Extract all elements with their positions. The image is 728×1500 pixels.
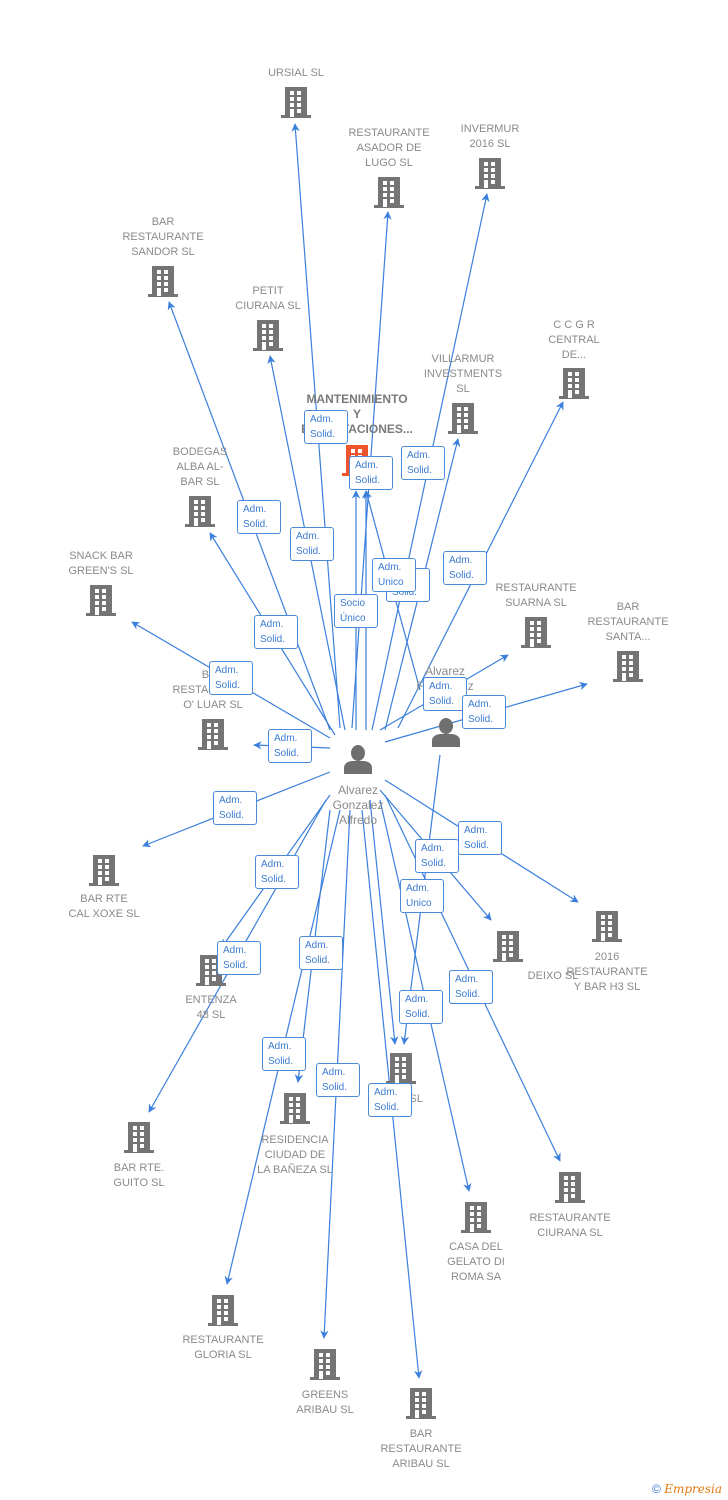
building-icon[interactable]: [208, 1295, 238, 1326]
relation-badge: Adm. Solid.: [415, 839, 459, 873]
company-label-sandor[interactable]: BAR RESTAURANTE SANDOR SL: [98, 215, 228, 260]
relation-badge: Adm. Solid.: [399, 990, 443, 1024]
relation-badge: Adm. Solid.: [443, 551, 487, 585]
company-label-ccgr[interactable]: C C G R CENTRAL DE...: [509, 318, 639, 363]
relation-badge: Adm. Solid.: [423, 677, 467, 711]
relation-badge: Adm. Solid.: [217, 941, 261, 975]
building-icon[interactable]: [493, 931, 523, 962]
company-label-aribau[interactable]: BAR RESTAURANTE ARIBAU SL: [356, 1427, 486, 1472]
person-icon[interactable]: [432, 718, 460, 747]
company-label-gloria[interactable]: RESTAURANTE GLORIA SL: [158, 1333, 288, 1363]
building-icon[interactable]: [148, 266, 178, 297]
copyright-symbol: ©: [652, 1482, 661, 1496]
building-icon[interactable]: [253, 320, 283, 351]
building-icon[interactable]: [374, 177, 404, 208]
company-label-snack[interactable]: SNACK BAR GREEN'S SL: [36, 549, 166, 579]
company-label-santa[interactable]: BAR RESTAURANTE SANTA...: [563, 600, 693, 645]
building-icon[interactable]: [555, 1172, 585, 1203]
company-label-ciurana[interactable]: RESTAURANTE CIURANA SL: [505, 1211, 635, 1241]
company-label-entenza[interactable]: ENTENZA 48 SL: [146, 993, 276, 1023]
building-icon[interactable]: [185, 496, 215, 527]
relation-badge: Adm. Solid.: [458, 821, 502, 855]
building-icon[interactable]: [521, 617, 551, 648]
relation-badge: Adm. Solid.: [349, 456, 393, 490]
company-label-gelato[interactable]: CASA DEL GELATO DI ROMA SA: [411, 1240, 541, 1285]
relation-badge: Adm. Unico: [372, 558, 416, 592]
relation-badge: Adm. Solid.: [316, 1063, 360, 1097]
relation-badge: Adm. Solid.: [290, 527, 334, 561]
relation-badge: Adm. Solid.: [255, 855, 299, 889]
company-label-ursial[interactable]: URSIAL SL: [231, 66, 361, 81]
building-icon[interactable]: [461, 1202, 491, 1233]
company-label-petit[interactable]: PETIT CIURANA SL: [203, 284, 333, 314]
company-label-greens[interactable]: GREENS ARIBAU SL: [260, 1388, 390, 1418]
building-icon[interactable]: [386, 1053, 416, 1084]
relation-badge: Adm. Unico: [400, 879, 444, 913]
relation-badge: Adm. Solid.: [368, 1083, 412, 1117]
building-icon[interactable]: [280, 1093, 310, 1124]
relation-badge: Socio Único: [334, 594, 378, 628]
building-icon[interactable]: [281, 87, 311, 118]
relation-badge: Adm. Solid.: [254, 615, 298, 649]
relation-badge: Adm. Solid.: [401, 446, 445, 480]
company-label-villarmur[interactable]: VILLARMUR INVESTMENTS SL: [398, 352, 528, 397]
company-label-calxoxe[interactable]: BAR RTE CAL XOXE SL: [39, 892, 169, 922]
building-icon[interactable]: [448, 403, 478, 434]
relation-badge: Adm. Solid.: [449, 970, 493, 1004]
footer: © Empresia: [652, 1482, 722, 1496]
building-icon[interactable]: [198, 719, 228, 750]
relation-badge: Adm. Solid.: [304, 410, 348, 444]
building-icon[interactable]: [310, 1349, 340, 1380]
company-label-residencia[interactable]: RESIDENCIA CIUDAD DE LA BAÑEZA SL: [230, 1133, 360, 1178]
relation-badge: Adm. Solid.: [262, 1037, 306, 1071]
relation-badge: Adm. Solid.: [209, 661, 253, 695]
relation-badge: Adm. Solid.: [462, 695, 506, 729]
building-icon[interactable]: [559, 368, 589, 399]
relation-badge: Adm. Solid.: [299, 936, 343, 970]
relation-badge: Adm. Solid.: [268, 729, 312, 763]
company-label-invermur[interactable]: INVERMUR 2016 SL: [425, 122, 555, 152]
building-icon[interactable]: [592, 911, 622, 942]
building-icon[interactable]: [124, 1122, 154, 1153]
relation-badge: Adm. Solid.: [213, 791, 257, 825]
building-icon[interactable]: [613, 651, 643, 682]
building-icon[interactable]: [475, 158, 505, 189]
company-label-bodegas[interactable]: BODEGAS ALBA AL- BAR SL: [135, 445, 265, 490]
brand-logo[interactable]: Empresia: [664, 1482, 722, 1496]
person-icon[interactable]: [344, 745, 372, 774]
relation-badge: Adm. Solid.: [237, 500, 281, 534]
company-label-guito[interactable]: BAR RTE. GUITO SL: [74, 1161, 204, 1191]
building-icon[interactable]: [86, 585, 116, 616]
person-label-p1[interactable]: Alvarez Gonzalez Alfredo: [308, 783, 408, 828]
company-label-h3[interactable]: 2016 RESTAURANTE Y BAR H3 SL: [542, 950, 672, 995]
building-icon[interactable]: [89, 855, 119, 886]
building-icon[interactable]: [406, 1388, 436, 1419]
